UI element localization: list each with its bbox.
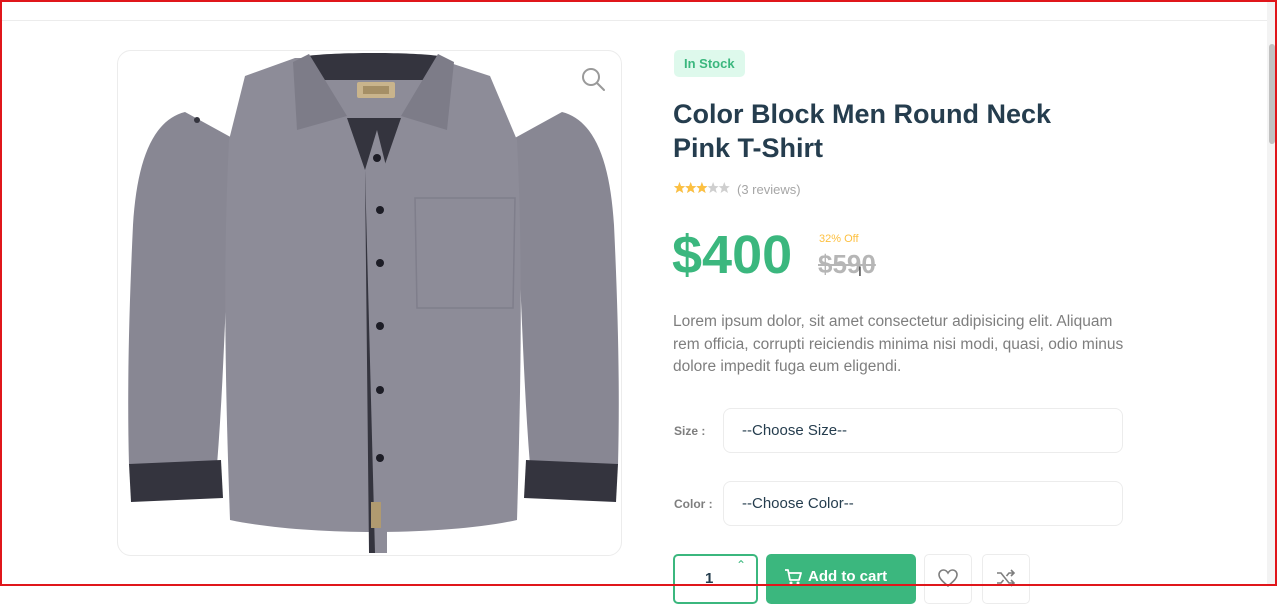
header-divider bbox=[2, 20, 1267, 21]
chevron-up-icon[interactable]: ⌃ bbox=[736, 558, 746, 572]
product-image[interactable] bbox=[125, 50, 622, 553]
stock-badge: In Stock bbox=[674, 50, 745, 77]
review-count[interactable]: (3 reviews) bbox=[737, 182, 801, 197]
old-price: $590 bbox=[818, 249, 876, 279]
scrollbar-thumb[interactable] bbox=[1269, 44, 1275, 144]
cart-icon bbox=[785, 569, 802, 585]
add-to-cart-button[interactable]: Add to cart bbox=[766, 554, 916, 604]
text-cursor-icon: I bbox=[858, 263, 862, 279]
color-label: Color : bbox=[674, 497, 713, 511]
shuffle-icon bbox=[997, 569, 1016, 587]
product-title: Color Block Men Round Neck Pink T-Shirt bbox=[673, 99, 1052, 163]
discount-label: 32% Off bbox=[819, 233, 859, 245]
size-select[interactable]: --Choose Size-- bbox=[723, 408, 1123, 453]
search-icon[interactable] bbox=[580, 66, 606, 92]
quantity-stepper[interactable]: 1 ⌃ bbox=[673, 554, 758, 604]
rating-stars bbox=[674, 182, 730, 193]
compare-button[interactable] bbox=[982, 554, 1030, 604]
product-description: Lorem ipsum dolor, sit amet consectetur … bbox=[673, 313, 1124, 375]
size-label: Size : bbox=[674, 424, 706, 438]
add-to-cart-label: Add to cart bbox=[808, 568, 888, 585]
heart-icon bbox=[938, 569, 958, 587]
current-price: $400 bbox=[672, 225, 793, 285]
color-select[interactable]: --Choose Color-- bbox=[723, 481, 1123, 526]
quantity-value[interactable]: 1 bbox=[705, 570, 713, 587]
wishlist-button[interactable] bbox=[924, 554, 972, 604]
